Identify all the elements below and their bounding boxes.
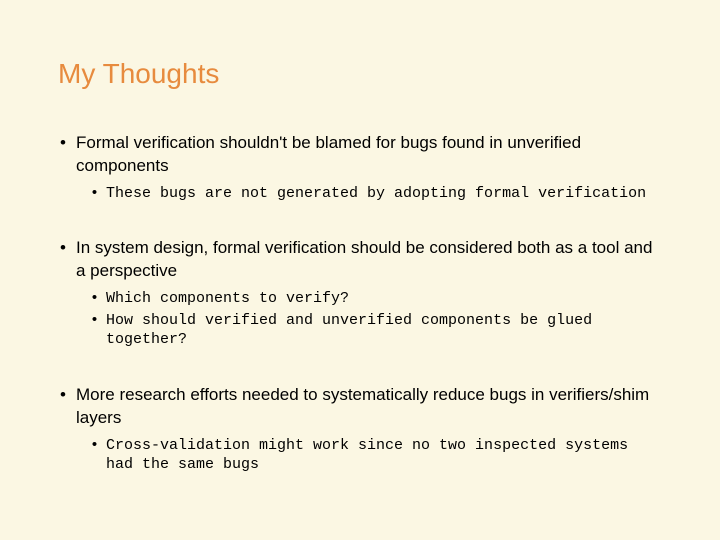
slide-title: My Thoughts: [58, 58, 662, 90]
slide: My Thoughts Formal verification shouldn'…: [0, 0, 720, 540]
list-item: Formal verification shouldn't be blamed …: [58, 132, 662, 203]
sub-list: Which components to verify? How should v…: [58, 289, 662, 350]
list-item: More research efforts needed to systemat…: [58, 384, 662, 475]
sub-bullet: How should verified and unverified compo…: [58, 311, 662, 350]
sub-list: These bugs are not generated by adopting…: [58, 184, 662, 204]
bullet-text: In system design, formal verification sh…: [58, 237, 662, 283]
bullet-list: Formal verification shouldn't be blamed …: [58, 132, 662, 475]
list-item: In system design, formal verification sh…: [58, 237, 662, 349]
sub-list: Cross-validation might work since no two…: [58, 436, 662, 475]
sub-bullet: Which components to verify?: [58, 289, 662, 309]
sub-bullet: Cross-validation might work since no two…: [58, 436, 662, 475]
bullet-text: Formal verification shouldn't be blamed …: [58, 132, 662, 178]
bullet-text: More research efforts needed to systemat…: [58, 384, 662, 430]
sub-bullet: These bugs are not generated by adopting…: [58, 184, 662, 204]
